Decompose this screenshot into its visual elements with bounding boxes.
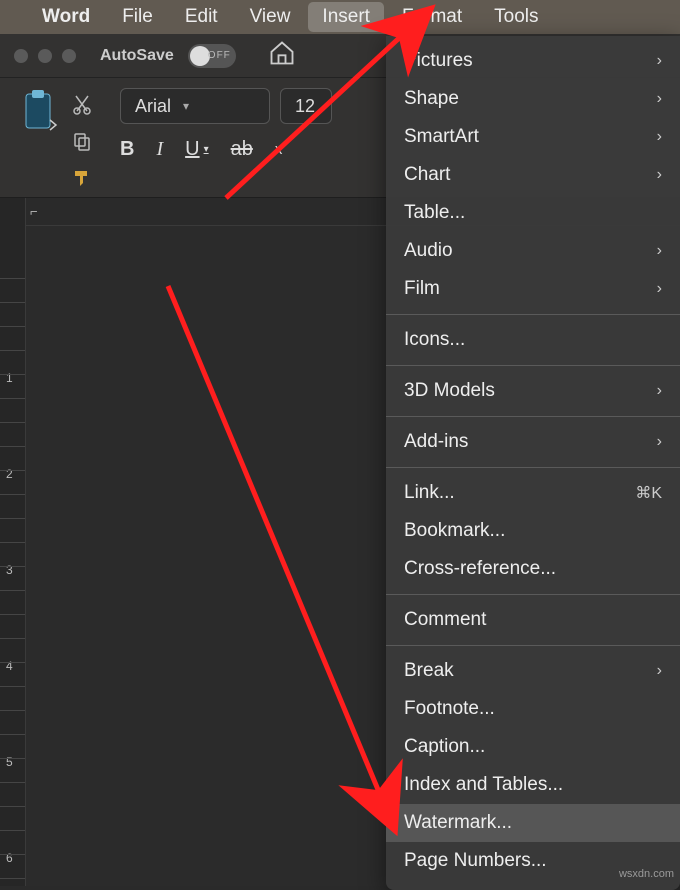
tab-marker-icon: ⌐	[30, 204, 38, 219]
menu-app-name[interactable]: Word	[28, 2, 104, 32]
menu-item-label: Film	[404, 278, 440, 300]
menu-tools[interactable]: Tools	[480, 2, 552, 32]
chevron-right-icon: ›	[657, 128, 662, 146]
menu-item-cross-reference[interactable]: Cross-reference...	[386, 550, 680, 588]
menu-item-label: 3D Models	[404, 380, 495, 402]
chevron-right-icon: ›	[657, 90, 662, 108]
menu-item-comment[interactable]: Comment	[386, 601, 680, 639]
menu-item-label: Cross-reference...	[404, 558, 556, 580]
chevron-right-icon: ›	[657, 433, 662, 451]
menu-item-label: Page Numbers...	[404, 850, 547, 872]
chevron-right-icon: ›	[657, 166, 662, 184]
menu-edit[interactable]: Edit	[171, 2, 232, 32]
menu-item-3d-models[interactable]: 3D Models ›	[386, 372, 680, 410]
font-name-combo[interactable]: Arial ▾	[120, 88, 270, 124]
menu-item-add-ins[interactable]: Add-ins ›	[386, 423, 680, 461]
menu-item-index-and-tables[interactable]: Index and Tables...	[386, 766, 680, 804]
menu-item-audio[interactable]: Audio ›	[386, 232, 680, 270]
menu-item-caption[interactable]: Caption...	[386, 728, 680, 766]
close-dot[interactable]	[14, 49, 28, 63]
format-painter-icon[interactable]	[72, 168, 94, 195]
menu-item-label: Icons...	[404, 329, 465, 351]
chevron-right-icon: ›	[657, 52, 662, 70]
menu-item-label: Bookmark...	[404, 520, 505, 542]
menu-item-label: Caption...	[404, 736, 485, 758]
menu-item-label: Break	[404, 660, 454, 682]
copy-icon[interactable]	[72, 131, 94, 158]
menu-item-label: Chart	[404, 164, 450, 186]
paste-group: Paste	[14, 88, 100, 191]
chevron-right-icon: ›	[657, 382, 662, 400]
min-dot[interactable]	[38, 49, 52, 63]
vertical-ruler: 123456	[0, 198, 26, 886]
menu-item-shape[interactable]: Shape ›	[386, 80, 680, 118]
autosave-toggle[interactable]: OFF	[188, 44, 236, 68]
menu-item-label: Pictures	[404, 50, 473, 72]
menu-format[interactable]: Format	[388, 2, 476, 32]
cut-icon[interactable]	[72, 94, 94, 121]
menu-item-label: SmartArt	[404, 126, 479, 148]
menu-item-label: Watermark...	[404, 812, 512, 834]
home-icon[interactable]	[268, 39, 296, 72]
source-watermark: wsxdn.com	[619, 868, 674, 880]
mac-menubar: Word File Edit View Insert Format Tools	[0, 0, 680, 34]
chevron-right-icon: ›	[657, 242, 662, 260]
menu-item-bookmark[interactable]: Bookmark...	[386, 512, 680, 550]
chevron-right-icon: ›	[657, 280, 662, 298]
chevron-right-icon: ›	[657, 662, 662, 680]
autosave-state: OFF	[208, 50, 231, 61]
menu-item-label: Add-ins	[404, 431, 468, 453]
strikethrough-button[interactable]: ab	[231, 138, 253, 161]
menu-shortcut: ⌘K	[635, 483, 662, 503]
menu-item-pictures[interactable]: Pictures ›	[386, 42, 680, 80]
paste-icon[interactable]	[20, 88, 62, 141]
menu-item-label: Audio	[404, 240, 453, 262]
menu-item-break[interactable]: Break ›	[386, 652, 680, 690]
traffic-lights	[14, 49, 76, 63]
font-group: Arial ▾ 12 B I U▾ ab x	[120, 88, 332, 191]
chevron-down-icon: ▾	[183, 99, 189, 113]
menu-file[interactable]: File	[108, 2, 167, 32]
zoom-dot[interactable]	[62, 49, 76, 63]
font-size-combo[interactable]: 12	[280, 88, 332, 124]
italic-button[interactable]: I	[156, 138, 163, 161]
menu-item-label: Shape	[404, 88, 459, 110]
font-size-value: 12	[295, 96, 315, 117]
menu-item-chart[interactable]: Chart ›	[386, 156, 680, 194]
superscript-button[interactable]: x	[275, 141, 283, 158]
menu-item-smartart[interactable]: SmartArt ›	[386, 118, 680, 156]
bold-button[interactable]: B	[120, 138, 134, 161]
menu-insert[interactable]: Insert	[308, 2, 384, 32]
menu-item-label: Footnote...	[404, 698, 495, 720]
font-name-value: Arial	[135, 96, 171, 117]
menu-item-film[interactable]: Film ›	[386, 270, 680, 308]
menu-view[interactable]: View	[236, 2, 305, 32]
menu-item-footnote[interactable]: Footnote...	[386, 690, 680, 728]
menu-item-icons[interactable]: Icons...	[386, 321, 680, 359]
underline-button[interactable]: U▾	[185, 138, 208, 161]
menu-item-table[interactable]: Table...	[386, 194, 680, 232]
autosave-label: AutoSave	[100, 47, 174, 65]
menu-item-label: Index and Tables...	[404, 774, 563, 796]
menu-item-watermark[interactable]: Watermark...	[386, 804, 680, 842]
toggle-knob	[190, 46, 210, 66]
menu-item-label: Table...	[404, 202, 465, 224]
insert-menu: Pictures › Shape › SmartArt › Chart › Table... Au…	[386, 36, 680, 890]
menu-item-label: Link...	[404, 482, 455, 504]
menu-item-label: Comment	[404, 609, 486, 631]
menu-item-link[interactable]: Link... ⌘K	[386, 474, 680, 512]
